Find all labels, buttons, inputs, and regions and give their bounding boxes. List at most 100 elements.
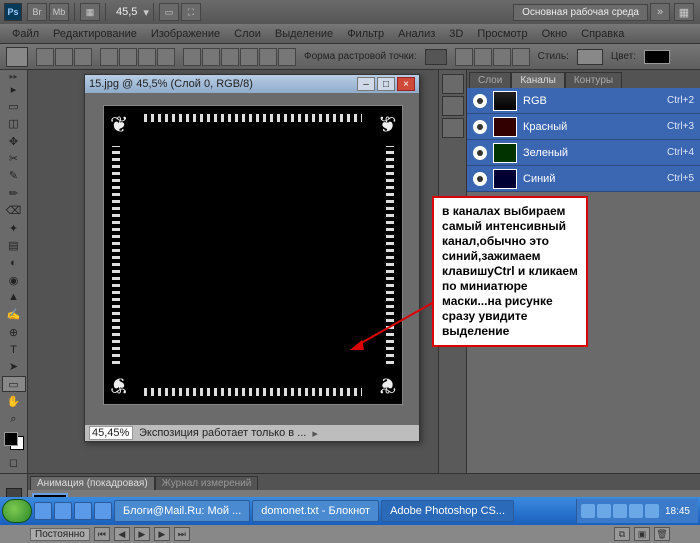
tool-lasso[interactable]: ◫ xyxy=(2,116,26,132)
anim-play-button[interactable]: ▶ xyxy=(134,527,150,541)
window-minimize-button[interactable]: – xyxy=(357,77,375,91)
collapsed-panel-icon[interactable] xyxy=(442,118,464,138)
quicklaunch-icon[interactable] xyxy=(94,502,112,520)
taskbar-clock[interactable]: 18:45 xyxy=(661,506,694,517)
tool-type[interactable]: T xyxy=(2,341,26,357)
anim-last-button[interactable]: ⏭ xyxy=(174,527,190,541)
collapsed-panel-icon[interactable] xyxy=(442,74,464,94)
tool-path[interactable]: ➤ xyxy=(2,359,26,375)
menu-window[interactable]: Окно xyxy=(536,26,574,42)
tray-icon[interactable] xyxy=(645,504,659,518)
frame-ornament-icon: ❦ xyxy=(110,112,128,138)
tab-measurement[interactable]: Журнал измерений xyxy=(155,476,259,490)
visibility-icon[interactable] xyxy=(473,146,487,160)
channel-row-red[interactable]: Красный Ctrl+3 xyxy=(467,114,700,140)
tray-icon[interactable] xyxy=(581,504,595,518)
tray-icon[interactable] xyxy=(613,504,627,518)
tool-gradient[interactable]: ◉ xyxy=(2,272,26,288)
visibility-icon[interactable] xyxy=(473,172,487,186)
tab-paths[interactable]: Контуры xyxy=(565,72,622,88)
window-maximize-button[interactable]: □ xyxy=(377,77,395,91)
tray-icon[interactable] xyxy=(597,504,611,518)
document-canvas[interactable]: ❦ ❦ ❦ ❦ xyxy=(103,105,403,405)
shape-mode-group[interactable] xyxy=(36,48,92,66)
anim-prev-button[interactable]: ◀ xyxy=(114,527,130,541)
menu-edit[interactable]: Редактирование xyxy=(47,26,143,42)
menu-layer[interactable]: Слои xyxy=(228,26,267,42)
anim-delete-button[interactable]: 🗑 xyxy=(654,527,670,541)
current-tool-icon[interactable] xyxy=(6,47,28,67)
menu-file[interactable]: Файл xyxy=(6,26,45,42)
menu-3d[interactable]: 3D xyxy=(443,26,469,42)
quicklaunch-icon[interactable] xyxy=(34,502,52,520)
loop-dropdown[interactable]: Постоянно xyxy=(30,528,90,541)
tool-eyedropper[interactable]: ✎ xyxy=(2,168,26,184)
workspace-switcher[interactable]: Основная рабочая среда xyxy=(513,4,648,21)
shape-dropdown[interactable] xyxy=(425,49,447,65)
tab-layers[interactable]: Слои xyxy=(469,72,511,88)
collapsed-panel-icon[interactable] xyxy=(442,96,464,116)
channel-row-rgb[interactable]: RGB Ctrl+2 xyxy=(467,88,700,114)
tool-move[interactable]: ▸ xyxy=(2,81,26,97)
anim-tween-button[interactable]: ⧉ xyxy=(614,527,630,541)
cs-live-icon[interactable]: ▦ xyxy=(674,3,694,21)
tool-brush[interactable]: ⌫ xyxy=(2,203,26,219)
quicklaunch-icon[interactable] xyxy=(54,502,72,520)
path-ops-group[interactable] xyxy=(100,48,175,66)
taskbar-task[interactable]: Adobe Photoshop CS... xyxy=(381,500,514,522)
tool-stamp[interactable]: ✦ xyxy=(2,220,26,236)
color-swatches[interactable] xyxy=(2,430,26,452)
anim-first-button[interactable]: ⏮ xyxy=(94,527,110,541)
menu-help[interactable]: Справка xyxy=(575,26,630,42)
window-close-button[interactable]: × xyxy=(397,77,415,91)
channel-thumb[interactable] xyxy=(493,117,517,137)
channel-thumb[interactable] xyxy=(493,143,517,163)
tab-channels[interactable]: Каналы xyxy=(511,72,565,88)
menu-view[interactable]: Просмотр xyxy=(471,26,533,42)
document-titlebar[interactable]: 15.jpg @ 45,5% (Слой 0, RGB/8) – □ × xyxy=(85,75,419,93)
tool-marquee[interactable]: ▭ xyxy=(2,98,26,114)
view-extras-icon[interactable]: ▦ xyxy=(80,3,100,21)
tray-icon[interactable] xyxy=(629,504,643,518)
start-button[interactable] xyxy=(2,499,32,523)
arrange-icon[interactable]: ▭ xyxy=(159,3,179,21)
tool-blur[interactable]: ▲ xyxy=(2,289,26,305)
style-dropdown[interactable] xyxy=(577,49,603,65)
taskbar-task[interactable]: Блоги@Mail.Ru: Мой ... xyxy=(114,500,250,522)
tool-wand[interactable]: ✥ xyxy=(2,133,26,149)
visibility-icon[interactable] xyxy=(473,94,487,108)
tool-pen[interactable]: ⊕ xyxy=(2,324,26,340)
visibility-icon[interactable] xyxy=(473,120,487,134)
bridge-icon[interactable]: Br xyxy=(27,3,47,21)
shape-preset-group[interactable] xyxy=(183,48,296,66)
combine-group[interactable] xyxy=(455,48,530,66)
tab-animation[interactable]: Анимация (покадровая) xyxy=(30,476,155,490)
tool-heal[interactable]: ✏ xyxy=(2,185,26,201)
tool-history[interactable]: ▤ xyxy=(2,237,26,253)
tool-zoom[interactable]: ⌕ xyxy=(2,411,26,427)
tool-hand[interactable]: ✋ xyxy=(2,393,26,409)
tool-eraser[interactable]: ◐ xyxy=(2,255,26,271)
anim-newframe-button[interactable]: ▣ xyxy=(634,527,650,541)
quicklaunch-icon[interactable] xyxy=(74,502,92,520)
menu-filter[interactable]: Фильтр xyxy=(341,26,390,42)
tool-crop[interactable]: ✂ xyxy=(2,150,26,166)
menu-analysis[interactable]: Анализ xyxy=(392,26,441,42)
workspace-chevrons-icon[interactable]: » xyxy=(650,3,670,21)
screen-mode-icon[interactable]: ⛶ xyxy=(181,3,201,21)
menu-select[interactable]: Выделение xyxy=(269,26,339,42)
channel-thumb[interactable] xyxy=(493,91,517,111)
zoom-readout[interactable]: 45,5 xyxy=(110,6,143,18)
channel-thumb[interactable] xyxy=(493,169,517,189)
mini-bridge-icon[interactable]: Mb xyxy=(49,3,69,21)
quickmask-toggle[interactable]: ◻ xyxy=(2,455,26,471)
channel-row-green[interactable]: Зеленый Ctrl+4 xyxy=(467,140,700,166)
color-swatch[interactable] xyxy=(644,50,670,64)
taskbar-task[interactable]: domonet.txt - Блокнот xyxy=(252,500,379,522)
tool-shape[interactable]: ▭ xyxy=(2,376,26,392)
anim-next-button[interactable]: ▶ xyxy=(154,527,170,541)
channel-row-blue[interactable]: Синий Ctrl+5 xyxy=(467,166,700,192)
tool-dodge[interactable]: ✍ xyxy=(2,307,26,323)
menu-image[interactable]: Изображение xyxy=(145,26,226,42)
zoom-field[interactable]: 45,45% xyxy=(89,426,133,440)
